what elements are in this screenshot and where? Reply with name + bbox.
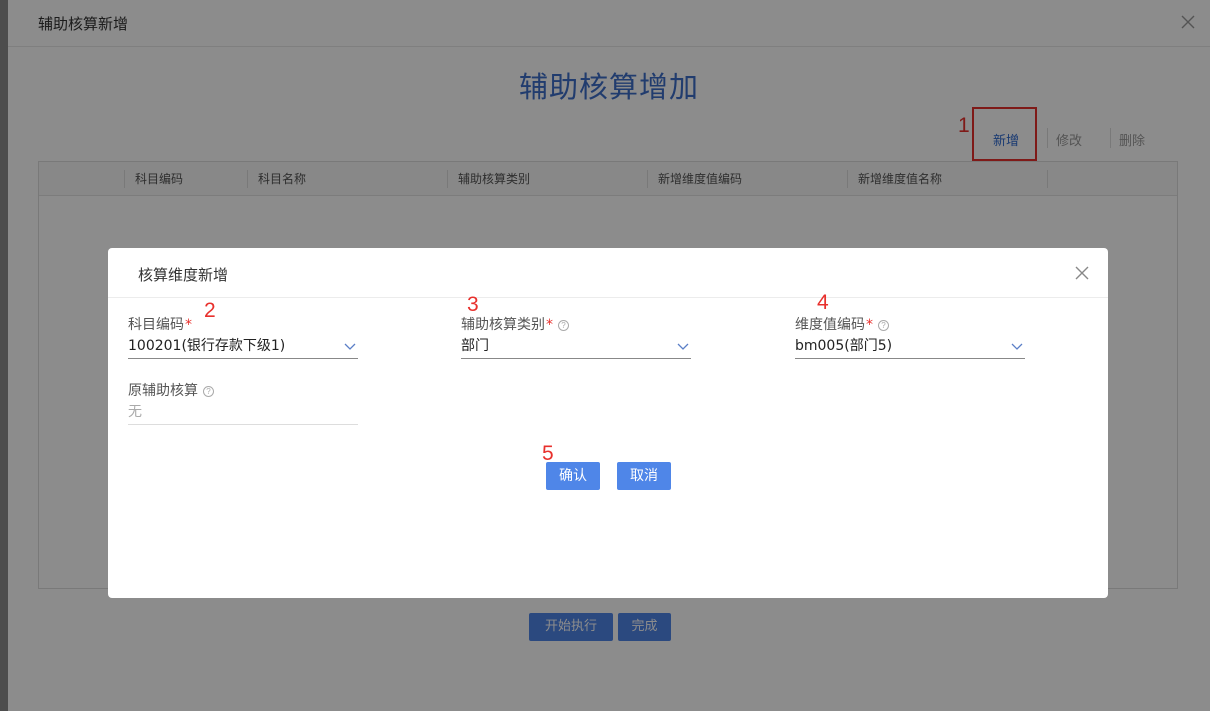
close-icon[interactable]	[1074, 265, 1090, 281]
account-code-label: 科目编码*	[128, 315, 358, 335]
dim-code-label-text: 维度值编码	[795, 317, 865, 333]
dim-code-label: 维度值编码*?	[795, 315, 1025, 335]
chevron-down-icon	[677, 343, 689, 350]
confirm-button[interactable]: 确认	[546, 462, 600, 490]
dialog-title: 核算维度新增	[138, 266, 229, 284]
required-mark: *	[866, 317, 873, 333]
original-aux-value: 无	[128, 404, 142, 420]
annotation-marker-3: 3	[467, 293, 479, 316]
required-mark: *	[546, 317, 553, 333]
dim-code-value: bm005(部门5)	[795, 338, 893, 354]
dimension-add-dialog: 核算维度新增 2 3 4 5 科目编码* 100201(银行存款下级1) 辅助核…	[108, 248, 1108, 598]
original-aux-value-box: 无	[128, 401, 358, 425]
account-code-field: 科目编码* 100201(银行存款下级1)	[128, 315, 358, 359]
original-aux-label: 原辅助核算?	[128, 381, 358, 401]
aux-category-select[interactable]: 部门	[461, 335, 691, 359]
annotation-marker-4: 4	[817, 291, 829, 314]
aux-category-label-text: 辅助核算类别	[461, 317, 545, 333]
help-icon[interactable]: ?	[878, 320, 889, 331]
help-icon[interactable]: ?	[203, 386, 214, 397]
chevron-down-icon	[344, 343, 356, 350]
aux-category-value: 部门	[461, 338, 489, 354]
original-aux-label-text: 原辅助核算	[128, 383, 198, 399]
aux-category-label: 辅助核算类别*?	[461, 315, 691, 335]
dim-code-select[interactable]: bm005(部门5)	[795, 335, 1025, 359]
help-icon[interactable]: ?	[558, 320, 569, 331]
aux-category-field: 辅助核算类别*? 部门	[461, 315, 691, 359]
account-code-label-text: 科目编码	[128, 317, 184, 333]
chevron-down-icon	[1011, 343, 1023, 350]
original-aux-field: 原辅助核算? 无	[128, 381, 358, 425]
account-code-select[interactable]: 100201(银行存款下级1)	[128, 335, 358, 359]
account-code-value: 100201(银行存款下级1)	[128, 338, 286, 354]
required-mark: *	[185, 317, 192, 333]
dim-code-field: 维度值编码*? bm005(部门5)	[795, 315, 1025, 359]
cancel-button[interactable]: 取消	[617, 462, 671, 490]
dialog-header: 核算维度新增	[108, 248, 1108, 298]
